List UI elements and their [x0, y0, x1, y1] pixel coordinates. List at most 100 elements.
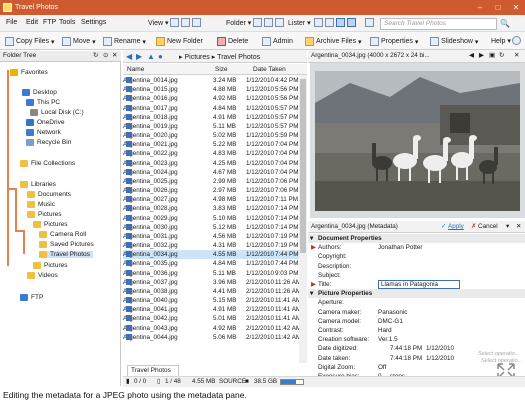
forward-icon[interactable]: ▶ — [136, 52, 142, 61]
tab-travel-photos[interactable]: Travel Photos — [127, 365, 179, 376]
refresh-icon[interactable]: ↻ — [93, 51, 98, 61]
minimize-icon[interactable]: – — [471, 0, 489, 15]
file-row[interactable]: Argentina_0031.jpg 4.56 MB 1/12/2010 7:19 P… — [123, 232, 299, 241]
metadata-menu-icon[interactable]: ▾ — [506, 221, 509, 232]
file-row[interactable]: Argentina_0040.jpg 5.15 MB 2/12/2010 11:41 … — [123, 296, 301, 305]
close-pane-icon[interactable]: ✕ — [112, 51, 117, 61]
history-icon[interactable]: ● — [158, 52, 163, 61]
menu-settings[interactable]: Settings — [81, 19, 106, 26]
tree-item-desktop[interactable]: Desktop — [22, 89, 57, 96]
tree-item-onedrive[interactable]: OneDrive — [26, 119, 64, 126]
rename-button[interactable]: Rename ▾ — [103, 37, 146, 46]
metadata-value[interactable]: Panasonic — [378, 308, 407, 317]
tree-item-ftp[interactable]: FTP — [20, 294, 43, 301]
file-row[interactable]: Argentina_0043.jpg 4.92 MB 2/12/2010 11:42 … — [123, 324, 301, 333]
file-row[interactable]: Argentina_0030.jpg 5.12 MB 1/12/2010 7:14 P… — [123, 223, 299, 232]
tree-item-camera-roll[interactable]: Camera Roll — [39, 231, 86, 238]
lister-mode-icons[interactable] — [314, 18, 358, 27]
file-row[interactable]: Argentina_0022.jpg 4.83 MB 1/12/2010 7:04 P… — [123, 149, 299, 158]
file-row[interactable]: Argentina_0038.jpg 4.41 MB 2/12/2010 11:26 … — [123, 287, 301, 296]
metadata-value[interactable]: Jonathan Potter — [378, 243, 422, 252]
pin-icon[interactable]: ⊙ — [103, 51, 108, 61]
metadata-value[interactable]: 7:44:18 PM — [390, 354, 422, 363]
tree-item-pictures[interactable]: Pictures — [33, 221, 67, 228]
lister-button[interactable]: Lister ▾ — [288, 19, 311, 28]
zoom-icon[interactable]: ▣ — [489, 50, 495, 62]
file-row[interactable]: Argentina_0021.jpg 5.22 MB 1/12/2010 7:04 P… — [123, 140, 299, 149]
properties-button[interactable]: Properties ▾ — [370, 37, 418, 46]
menu-edit[interactable]: Edit — [26, 19, 38, 26]
file-row[interactable]: Argentina_0018.jpg 4.91 MB 1/12/2010 5:57 P… — [123, 113, 299, 122]
search-icon[interactable]: 🔍 — [500, 19, 510, 28]
view-mode-icons[interactable] — [170, 18, 203, 27]
metadata-section[interactable]: ▾ Document Properties — [308, 234, 525, 244]
metadata-value[interactable]: DMC-G1 — [378, 317, 403, 326]
file-row[interactable]: Argentina_0036.jpg 5.11 MB 1/12/2010 9:03 P… — [123, 269, 299, 278]
file-row[interactable]: Argentina_0035.jpg 4.84 MB 1/12/2010 7:44 P… — [123, 259, 299, 268]
file-row[interactable]: Argentina_0019.jpg 5.11 MB 1/12/2010 5:57 P… — [123, 122, 299, 131]
file-row[interactable]: Argentina_0015.jpg 4.88 MB 1/12/2010 5:56 P… — [123, 85, 299, 94]
tree-item-favorites[interactable]: Favorites — [10, 69, 48, 76]
file-row[interactable]: Argentina_0042.jpg 5.01 MB 2/12/2010 11:41 … — [123, 314, 301, 323]
admin-button[interactable]: Admin — [262, 37, 293, 46]
file-row[interactable]: Argentina_0034.jpg 4.55 MB 1/12/2010 7:44 P… — [123, 250, 299, 260]
close-icon[interactable]: ✕ — [507, 0, 525, 15]
column-name[interactable]: Name — [127, 66, 144, 73]
view-button[interactable]: View ▾ — [148, 19, 169, 28]
prev-icon[interactable]: ◀ — [469, 50, 474, 62]
file-row[interactable]: Argentina_0020.jpg 5.02 MB 1/12/2010 5:59 P… — [123, 131, 299, 140]
tree-item-this-pc[interactable]: This PC — [26, 99, 60, 106]
search-input[interactable]: Search Travel Photos — [380, 18, 497, 30]
tree-item-saved-pictures[interactable]: Saved Pictures — [39, 241, 94, 248]
tree-item-pictures[interactable]: Pictures — [33, 262, 67, 269]
file-row[interactable]: Argentina_0017.jpg 4.84 MB 1/12/2010 5:57 P… — [123, 104, 299, 113]
archive-files-button[interactable]: Archive Files ▾ — [305, 37, 362, 46]
crumb-travel-photos[interactable]: Travel Photos — [217, 54, 260, 61]
back-icon[interactable]: ◀ — [126, 52, 132, 61]
file-row[interactable]: Argentina_0027.jpg 4.98 MB 1/12/2010 7:11 P… — [123, 195, 299, 204]
expand-icon[interactable] — [365, 18, 376, 27]
tree-item-libraries[interactable]: Libraries — [20, 181, 56, 188]
file-row[interactable]: Argentina_0016.jpg 4.92 MB 1/12/2010 5:56 P… — [123, 94, 299, 103]
help-button[interactable]: Help ▾ — [491, 37, 511, 46]
metadata-value[interactable]: Off — [378, 363, 386, 372]
tree-item-local-disk-c[interactable]: Local Disk (C:) — [30, 109, 84, 116]
close-metadata-icon[interactable]: ✕ — [516, 221, 521, 232]
new-folder-button[interactable]: New Folder — [156, 37, 203, 46]
metadata-value[interactable]: Hard — [378, 326, 392, 335]
copy-files-button[interactable]: Copy Files ▾ — [5, 37, 55, 46]
scrollbar-thumb[interactable] — [300, 79, 306, 253]
delete-button[interactable]: Delete — [217, 37, 248, 46]
title-field[interactable]: Llamas in Patagonia — [378, 280, 460, 289]
file-list-scrollbar[interactable] — [299, 75, 307, 363]
menu-file[interactable]: File — [6, 19, 17, 26]
file-row[interactable]: Argentina_0041.jpg 4.91 MB 2/12/2010 11:41 … — [123, 305, 301, 314]
file-row[interactable]: Argentina_0014.jpg 3.24 MB 1/12/2010 4:42 P… — [123, 76, 299, 85]
file-row[interactable]: Argentina_0026.jpg 2.97 MB 1/12/2010 7:06 P… — [123, 186, 299, 195]
menu-ftp[interactable]: FTP — [43, 19, 56, 26]
collapse-icon[interactable]: ▾ — [310, 234, 313, 243]
tree-item-network[interactable]: Network — [26, 129, 61, 136]
apply-button[interactable]: ✓ Apply — [441, 221, 464, 232]
next-icon[interactable]: ▶ — [479, 50, 484, 62]
file-row[interactable]: Argentina_0044.jpg 5.06 MB 2/12/2010 11:42 … — [123, 333, 301, 342]
metadata-section[interactable]: ▾ Picture Properties — [308, 289, 525, 299]
metadata-value[interactable]: 7:44:18 PM — [390, 344, 422, 353]
tree-item-file-collections[interactable]: File Collections — [20, 160, 75, 167]
column-size[interactable]: Size — [215, 66, 228, 73]
file-row[interactable]: Argentina_0029.jpg 5.10 MB 1/12/2010 7:14 P… — [123, 214, 299, 223]
up-icon[interactable]: ▲ — [147, 52, 155, 61]
folder-mode-icons[interactable] — [253, 18, 286, 27]
metadata-value[interactable]: Ver.1.5 — [378, 335, 398, 344]
breadcrumb[interactable]: ▸ Pictures ▸ Travel Photos — [179, 53, 260, 62]
menu-tools[interactable]: Tools — [59, 19, 75, 26]
cancel-button[interactable]: ✗ Cancel — [471, 221, 498, 232]
file-row[interactable]: Argentina_0028.jpg 3.83 MB 1/12/2010 7:14 P… — [123, 204, 299, 213]
tree-item-music[interactable]: Music — [27, 201, 55, 208]
help-icon[interactable] — [512, 36, 523, 45]
move-button[interactable]: Move ▾ — [62, 37, 96, 46]
tree-item-travel-photos[interactable]: Travel Photos — [39, 251, 93, 258]
close-preview-icon[interactable]: ✕ — [514, 50, 519, 62]
rotate-icon[interactable]: ↻ — [499, 50, 504, 62]
tree-item-documents[interactable]: Documents — [27, 191, 71, 198]
